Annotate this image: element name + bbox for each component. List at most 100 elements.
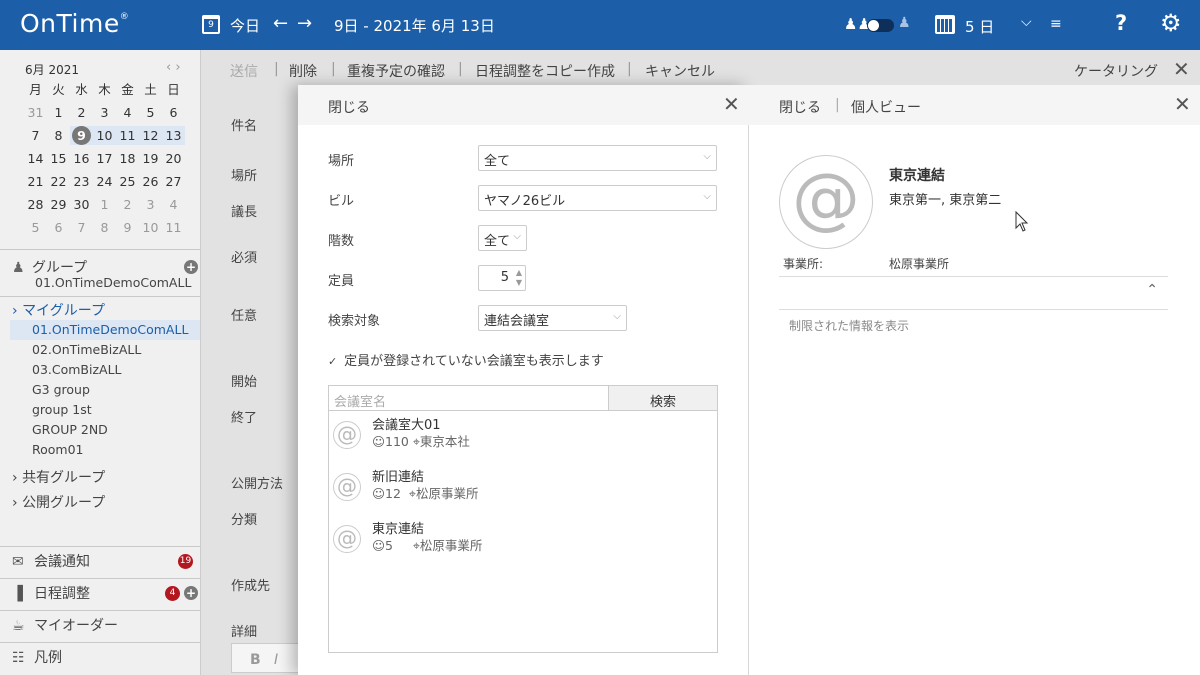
calendar-day[interactable]: 11 — [162, 218, 185, 237]
calendar-day[interactable]: 6 — [47, 218, 70, 237]
days-selector[interactable]: 5 日 — [965, 16, 994, 37]
close-link[interactable]: 閉じる — [779, 97, 821, 117]
calendar-today-icon[interactable]: 9 — [202, 15, 220, 34]
double-chevron-up-icon[interactable]: ⌃ — [1146, 282, 1158, 298]
calendar-day[interactable]: 16 — [70, 149, 93, 168]
calendar-day[interactable]: 13 — [162, 126, 185, 145]
sliders-icon[interactable]: ≡ — [1050, 16, 1062, 32]
list-item[interactable]: group 1st — [10, 400, 200, 420]
calendar-day[interactable]: 8 — [47, 126, 70, 145]
stepper-arrows-icon[interactable]: ▲ ▼ — [516, 268, 522, 288]
calendar-day[interactable]: 10 — [139, 218, 162, 237]
calendar-day[interactable]: 12 — [139, 126, 162, 145]
calendar-day[interactable]: 4 — [162, 195, 185, 214]
calendar-day[interactable]: 29 — [47, 195, 70, 214]
calendar-day[interactable]: 28 — [24, 195, 47, 214]
location-select[interactable]: 全て ⌵ — [478, 145, 717, 171]
calendar-day[interactable]: 1 — [93, 195, 116, 214]
calendar-day[interactable]: 10 — [93, 126, 116, 145]
list-item[interactable]: @ 会議室大01 ☺110 ⌖東京本社 — [329, 411, 717, 461]
prev-arrow-icon[interactable]: ← — [273, 13, 288, 34]
mini-calendar-nav[interactable]: ‹ › — [166, 60, 181, 75]
my-order-button[interactable]: ☕ マイオーダー — [0, 610, 200, 641]
show-unregistered-checkbox[interactable]: ✓ 定員が登録されていない会議室も表示します — [328, 350, 604, 369]
close-link[interactable]: 閉じる — [328, 97, 370, 117]
calendar-day[interactable]: 2 — [116, 195, 139, 214]
room-search-input[interactable]: 会議室名 — [328, 385, 609, 411]
week-view-icon[interactable] — [935, 15, 955, 34]
italic-button[interactable]: I — [274, 652, 278, 668]
send-button[interactable]: 送信 — [230, 61, 258, 81]
calendar-day[interactable]: 20 — [162, 149, 185, 168]
calendar-day[interactable]: 21 — [24, 172, 47, 191]
calendar-day[interactable]: 5 — [139, 103, 162, 122]
chevron-down-icon[interactable]: ⌵ — [1021, 14, 1032, 30]
list-item[interactable]: @ 東京連結 ☺5 ⌖松原事業所 — [329, 515, 717, 565]
list-item[interactable]: G3 group — [10, 380, 200, 400]
my-group-toggle[interactable]: › マイグループ — [12, 300, 105, 320]
next-arrow-icon[interactable]: → — [297, 13, 312, 34]
calendar-day[interactable]: 11 — [116, 126, 139, 145]
cancel-button[interactable]: キャンセル — [645, 61, 715, 81]
calendar-day[interactable]: 3 — [139, 195, 162, 214]
help-icon[interactable]: ? — [1115, 11, 1127, 35]
calendar-day[interactable]: 27 — [162, 172, 185, 191]
calendar-day[interactable]: 4 — [116, 103, 139, 122]
calendar-day[interactable]: 19 — [139, 149, 162, 168]
calendar-day[interactable]: 6 — [162, 103, 185, 122]
calendar-day[interactable]: 5 — [24, 218, 47, 237]
search-button[interactable]: 検索 — [608, 385, 718, 411]
legend-button[interactable]: ☷ 凡例 — [0, 642, 200, 673]
gear-icon[interactable]: ⚙ — [1160, 9, 1182, 37]
list-item[interactable]: 02.OnTimeBizALL — [10, 340, 200, 360]
calendar-day[interactable]: 2 — [70, 103, 93, 122]
list-item[interactable]: @ 新旧連結 ☺12 ⌖松原事業所 — [329, 463, 717, 513]
building-select[interactable]: ヤマノ26ビル ⌵ — [478, 185, 717, 211]
calendar-day[interactable]: 24 — [93, 172, 116, 191]
calendar-day[interactable]: 8 — [93, 218, 116, 237]
calendar-day[interactable]: 7 — [70, 218, 93, 237]
close-icon[interactable]: ✕ — [1173, 57, 1190, 81]
close-icon[interactable]: ✕ — [723, 92, 740, 116]
floor-select[interactable]: 全て ⌵ — [478, 225, 527, 251]
calendar-day[interactable]: 30 — [70, 195, 93, 214]
public-group-toggle[interactable]: › 公開グループ — [12, 492, 105, 512]
meeting-notice-button[interactable]: ✉ 会議通知 — [0, 546, 200, 577]
calendar-day[interactable]: 26 — [139, 172, 162, 191]
calendar-day[interactable]: 3 — [93, 103, 116, 122]
catering-button[interactable]: ケータリング — [1074, 61, 1158, 81]
delete-button[interactable]: 削除 — [289, 61, 317, 81]
shared-group-toggle[interactable]: › 共有グループ — [12, 467, 105, 487]
personal-view-link[interactable]: 個人ビュー — [851, 97, 921, 117]
calendar-day[interactable]: 14 — [24, 149, 47, 168]
calendar-day[interactable]: 7 — [24, 126, 47, 145]
calendar-day[interactable]: 17 — [93, 149, 116, 168]
list-item[interactable]: GROUP 2ND — [10, 420, 200, 440]
calendar-day[interactable]: 18 — [116, 149, 139, 168]
list-item[interactable]: 03.ComBizALL — [10, 360, 200, 380]
add-group-icon[interactable]: + — [184, 260, 198, 274]
calendar-day[interactable]: 25 — [116, 172, 139, 191]
calendar-day[interactable]: 22 — [47, 172, 70, 191]
calendar-day[interactable]: 15 — [47, 149, 70, 168]
list-item[interactable]: 01.OnTimeDemoComALL — [10, 320, 200, 340]
search-target-select[interactable]: 連結会議室 ⌵ — [478, 305, 627, 331]
close-icon[interactable]: ✕ — [1174, 92, 1191, 116]
collapse-section[interactable]: ⌃ — [779, 276, 1168, 310]
check-duplicate-button[interactable]: 重複予定の確認 — [347, 61, 445, 81]
group-section[interactable]: ♟ グループ — [12, 257, 87, 277]
calendar-day[interactable]: 31 — [24, 103, 47, 122]
calendar-day[interactable]: 9 — [70, 126, 93, 145]
add-schedule-icon[interactable]: + — [184, 586, 198, 600]
capacity-stepper[interactable]: 5 ▲ ▼ — [478, 265, 526, 291]
calendar-day[interactable]: 1 — [47, 103, 70, 122]
calendar-day[interactable]: 23 — [70, 172, 93, 191]
person-view-icon[interactable]: ♟ — [898, 15, 911, 31]
list-item[interactable]: Room01 — [10, 440, 200, 460]
app-logo[interactable]: OnTime® — [20, 9, 129, 38]
bold-button[interactable]: B — [250, 652, 261, 668]
restricted-info-link[interactable]: 制限された情報を表示 — [789, 317, 909, 334]
view-toggle[interactable] — [867, 19, 894, 32]
copy-adjust-button[interactable]: 日程調整をコピー作成 — [475, 61, 615, 81]
calendar-day[interactable]: 9 — [116, 218, 139, 237]
